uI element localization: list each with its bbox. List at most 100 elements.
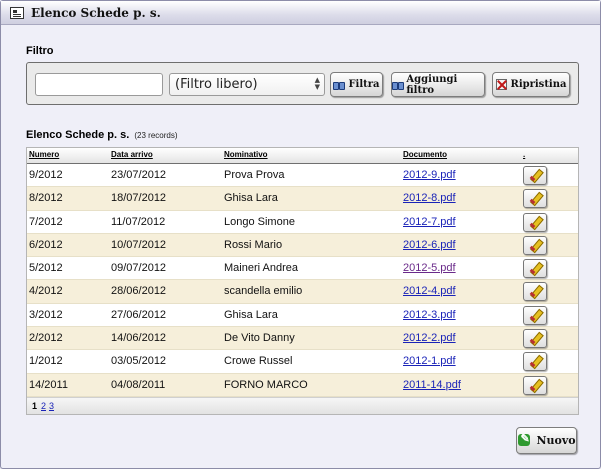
- document-link[interactable]: 2012-7.pdf: [403, 216, 456, 228]
- document-link[interactable]: 2012-8.pdf: [403, 192, 456, 204]
- nuovo-button[interactable]: Nuovo: [516, 427, 577, 454]
- cell-data-arrivo: 28/06/2012: [111, 285, 167, 298]
- cell-nominativo: Crowe Russel: [224, 355, 293, 368]
- page-link-3[interactable]: 3: [49, 401, 54, 411]
- filter-text-input[interactable]: [35, 73, 163, 96]
- binoculars-icon: [392, 80, 405, 90]
- table-row: 5/2012 09/07/2012 Maineri Andrea 2012-5.…: [27, 257, 578, 281]
- cell-data-arrivo: 14/06/2012: [111, 332, 167, 345]
- pencil-icon: [530, 240, 541, 251]
- pencil-icon: [530, 193, 541, 204]
- cell-data-arrivo: 03/05/2012: [111, 355, 167, 368]
- filtra-button-label: Filtra: [348, 79, 380, 90]
- cell-nominativo: Ghisa Lara: [224, 192, 278, 205]
- table-row: 7/2012 11/07/2012 Longo Simone 2012-7.pd…: [27, 210, 578, 234]
- title-bar: Elenco Schede p. s.: [1, 1, 600, 25]
- ripristina-button[interactable]: Ripristina: [492, 72, 570, 97]
- cell-numero: 7/2012: [29, 215, 63, 228]
- pencil-icon: [530, 263, 541, 274]
- nuovo-button-label: Nuovo: [536, 434, 576, 447]
- table-row: 6/2012 10/07/2012 Rossi Mario 2012-6.pdf: [27, 233, 578, 258]
- ripristina-button-label: Ripristina: [510, 79, 567, 90]
- document-link[interactable]: 2012-6.pdf: [403, 239, 456, 251]
- page-current: 1: [32, 400, 38, 411]
- col-header-numero[interactable]: Numero: [29, 150, 59, 159]
- filtra-button[interactable]: Filtra: [330, 72, 383, 97]
- document-link[interactable]: 2012-9.pdf: [403, 169, 456, 181]
- edit-button[interactable]: [523, 166, 547, 185]
- list-title-text: Elenco Schede p. s.: [26, 129, 130, 141]
- cell-nominativo: Prova Prova: [224, 169, 285, 181]
- cell-numero: 8/2012: [29, 192, 63, 205]
- cell-data-arrivo: 27/06/2012: [111, 308, 167, 321]
- pencil-icon: [530, 333, 541, 344]
- aggiungi-filtro-label: Aggiungi filtro: [406, 73, 458, 96]
- record-count: (23 records): [134, 131, 178, 140]
- list-title: Elenco Schede p. s. (23 records): [26, 129, 178, 141]
- table-header: Numero Data arrivo Nominativo Documento …: [27, 148, 578, 164]
- pencil-icon: [530, 310, 541, 321]
- cell-data-arrivo: 18/07/2012: [111, 192, 167, 205]
- pencil-icon: [530, 217, 541, 228]
- cell-numero: 3/2012: [29, 308, 63, 321]
- cell-data-arrivo: 23/07/2012: [111, 169, 167, 181]
- col-header-documento[interactable]: Documento: [403, 150, 447, 159]
- cell-nominativo: Ghisa Lara: [224, 308, 278, 321]
- cell-nominativo: Rossi Mario: [224, 238, 283, 251]
- document-link[interactable]: 2012-5.pdf: [403, 262, 456, 274]
- window-title: Elenco Schede p. s.: [31, 5, 161, 20]
- cell-numero: 1/2012: [29, 355, 63, 368]
- main-window: Elenco Schede p. s. Filtro (Filtro liber…: [0, 0, 601, 469]
- edit-button[interactable]: [523, 329, 547, 349]
- cell-numero: 5/2012: [29, 262, 63, 275]
- cell-numero: 4/2012: [29, 285, 63, 298]
- cell-nominativo: Maineri Andrea: [224, 262, 298, 275]
- document-link[interactable]: 2012-1.pdf: [403, 355, 456, 367]
- filter-select-value: (Filtro libero): [175, 77, 258, 92]
- cell-numero: 9/2012: [29, 169, 63, 181]
- add-new-icon: [517, 432, 532, 448]
- filter-section-label: Filtro: [26, 45, 54, 57]
- cell-data-arrivo: 10/07/2012: [111, 238, 167, 251]
- edit-button[interactable]: [523, 259, 547, 279]
- records-table: Numero Data arrivo Nominativo Documento …: [26, 147, 579, 415]
- edit-button[interactable]: [523, 352, 547, 372]
- table-row: 14/2011 04/08/2011 FORNO MARCO 2011-14.p…: [27, 373, 578, 397]
- table-row: 4/2012 28/06/2012 scandella emilio 2012-…: [27, 280, 578, 304]
- page-link-2[interactable]: 2: [41, 401, 46, 411]
- document-link[interactable]: 2012-2.pdf: [403, 332, 456, 344]
- table-row: 8/2012 18/07/2012 Ghisa Lara 2012-8.pdf: [27, 187, 578, 211]
- document-link[interactable]: 2011-14.pdf: [403, 379, 461, 391]
- cell-data-arrivo: 11/07/2012: [111, 215, 166, 228]
- cell-numero: 2/2012: [29, 332, 63, 345]
- aggiungi-filtro-button[interactable]: Aggiungi filtro: [391, 72, 485, 97]
- table-row: 3/2012 27/06/2012 Ghisa Lara 2012-3.pdf: [27, 303, 578, 328]
- edit-button[interactable]: [523, 282, 547, 302]
- edit-button[interactable]: [523, 235, 547, 255]
- edit-button[interactable]: [523, 375, 547, 395]
- cell-nominativo: De Vito Danny: [224, 332, 295, 345]
- pencil-icon: [530, 170, 541, 181]
- document-link[interactable]: 2012-4.pdf: [403, 285, 456, 297]
- form-icon: [10, 6, 24, 19]
- col-header-data-arrivo[interactable]: Data arrivo: [111, 150, 153, 159]
- cell-numero: 6/2012: [29, 238, 63, 251]
- edit-button[interactable]: [523, 212, 547, 232]
- select-updown-icon: ▲ ▼: [314, 76, 320, 91]
- col-header-action: .: [523, 150, 526, 159]
- edit-button[interactable]: [523, 189, 547, 209]
- cell-data-arrivo: 09/07/2012: [111, 262, 167, 275]
- col-header-nominativo[interactable]: Nominativo: [224, 150, 268, 159]
- cell-numero: 14/2011: [29, 378, 68, 391]
- document-link[interactable]: 2012-3.pdf: [403, 309, 456, 321]
- filter-panel: (Filtro libero) ▲ ▼ Filtra Aggiungi filtr…: [26, 62, 579, 105]
- edit-button[interactable]: [523, 305, 547, 325]
- pencil-icon: [530, 356, 541, 367]
- pencil-icon: [530, 286, 541, 297]
- filter-field-select[interactable]: (Filtro libero) ▲ ▼: [169, 73, 325, 96]
- table-row: 9/2012 23/07/2012 Prova Prova 2012-9.pdf: [27, 164, 578, 188]
- table-row: 2/2012 14/06/2012 De Vito Danny 2012-2.p…: [27, 327, 578, 351]
- cell-nominativo: scandella emilio: [224, 285, 303, 298]
- pagination: 1 2 3: [27, 396, 578, 414]
- table-row: 1/2012 03/05/2012 Crowe Russel 2012-1.pd…: [27, 350, 578, 374]
